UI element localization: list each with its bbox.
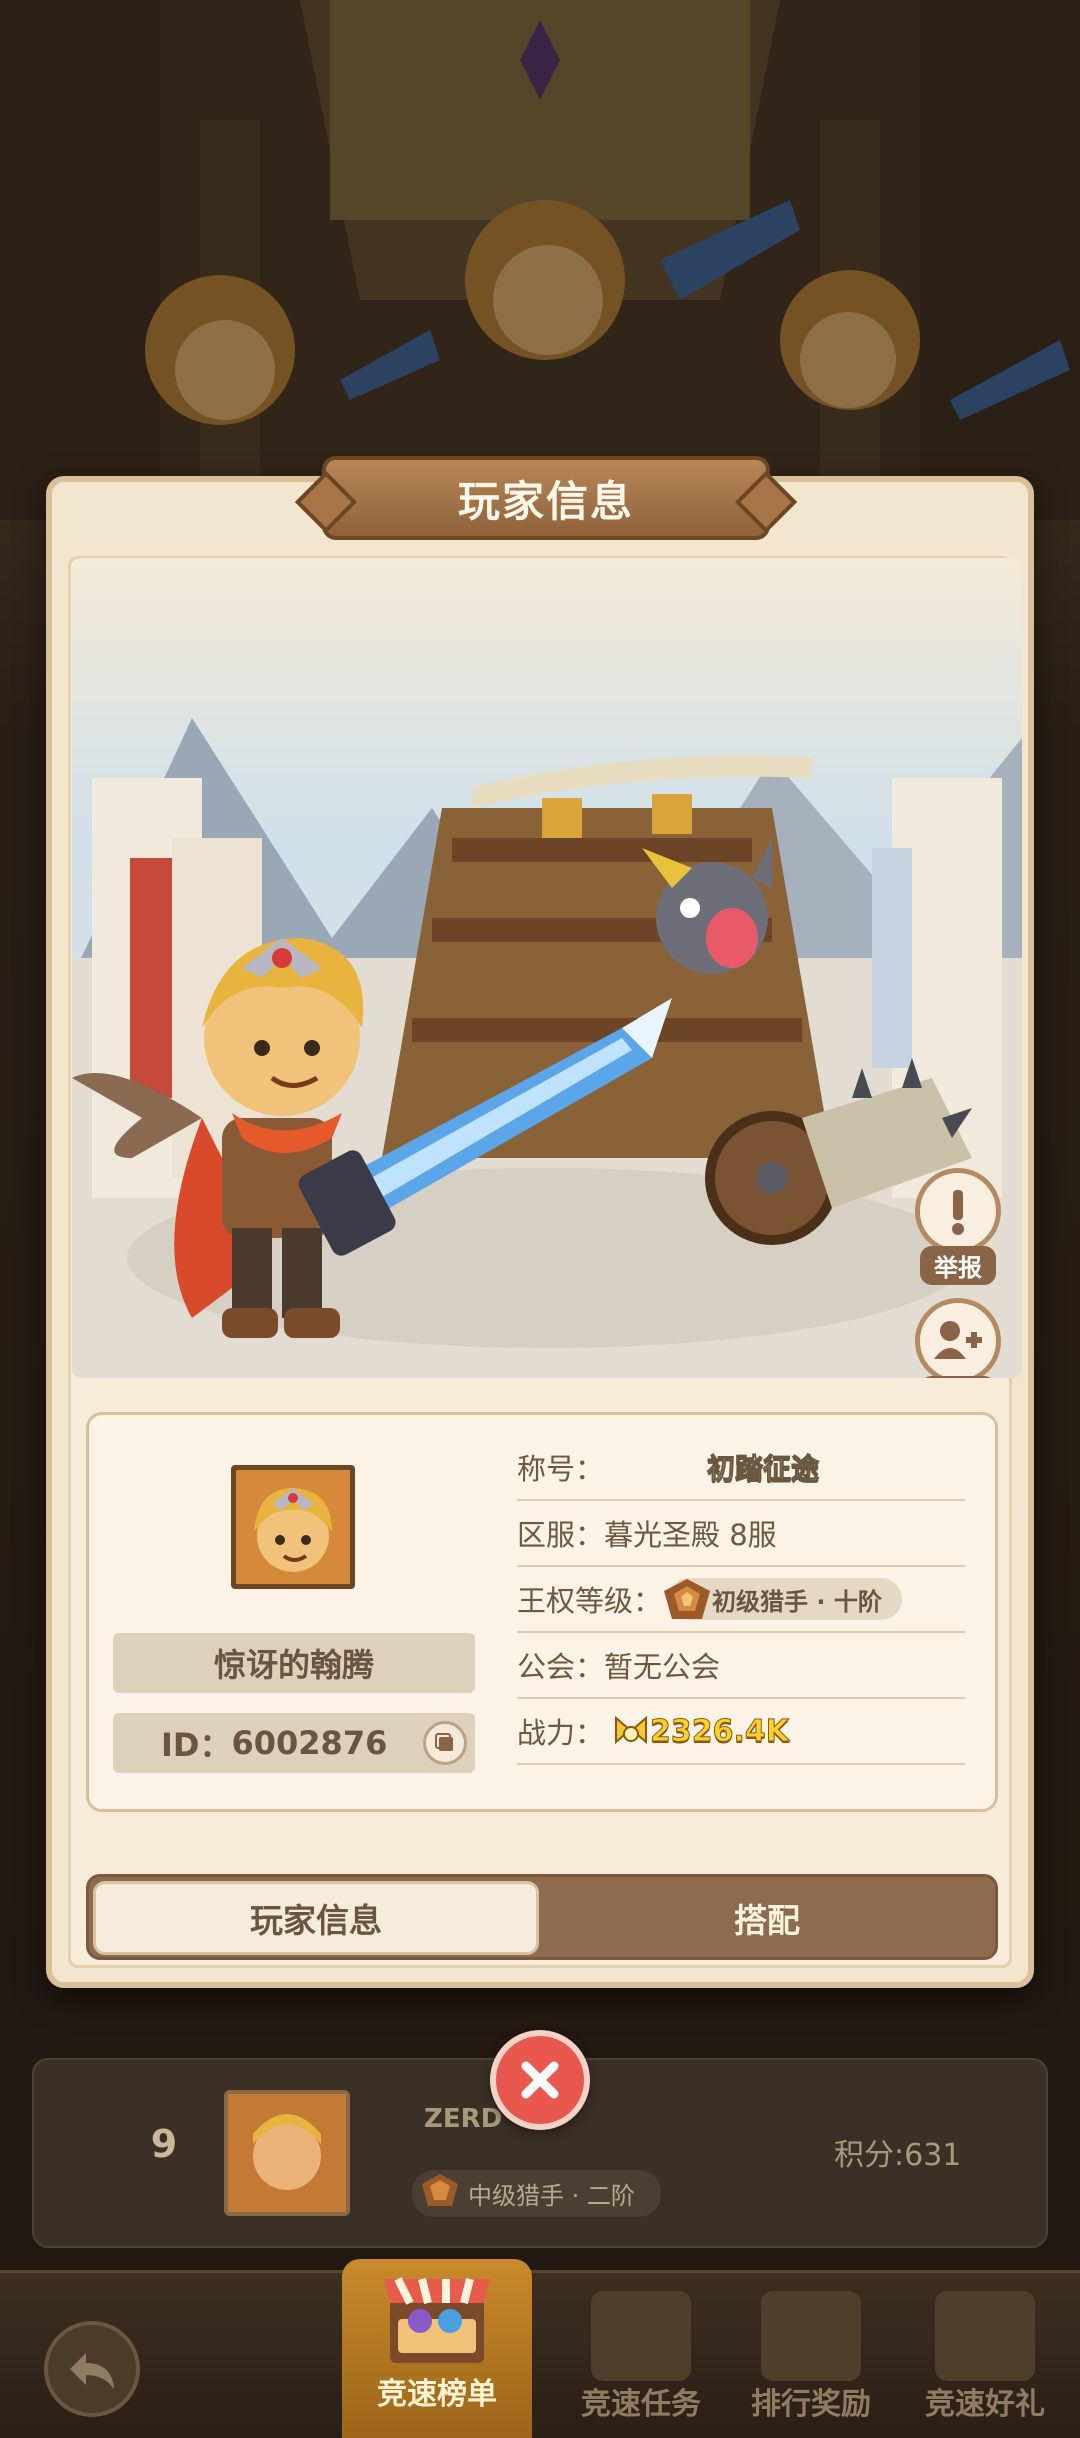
add-friend-button[interactable]: 添加 xyxy=(912,1298,1004,1378)
modal-title: 玩家信息 xyxy=(457,476,634,526)
player-portrait xyxy=(231,1465,355,1589)
player-info-card: 惊讶的翰腾 ID： 6002876 称号： 初踏征途 区服： 暮光圣殿 8服 王… xyxy=(86,1412,998,1812)
row-player-name: ZERD xyxy=(424,2104,503,2134)
row-rank: 9 xyxy=(150,2122,178,2166)
player-name: 惊讶的翰腾 xyxy=(113,1633,475,1693)
nav-tab-race-gifts[interactable]: 竞速好礼 xyxy=(890,2273,1080,2438)
task-icon xyxy=(591,2291,691,2381)
close-button[interactable] xyxy=(490,2030,590,2130)
info-row-power: 战力： 2326.4K xyxy=(517,1699,965,1765)
rank-pill: 初级猎手 · 十阶 xyxy=(664,1578,902,1620)
info-row-rank: 王权等级： 初级猎手 · 十阶 xyxy=(517,1567,965,1633)
close-icon xyxy=(521,2061,559,2099)
row-rank-badge: 中级猎手 · 二阶 xyxy=(412,2170,661,2217)
warning-icon xyxy=(952,1190,964,1235)
gift-icon xyxy=(935,2291,1035,2381)
power-value: 2326.4K xyxy=(612,1713,790,1749)
info-row-title: 称号： 初踏征途 xyxy=(517,1435,965,1501)
server-value: 暮光圣殿 8服 xyxy=(604,1518,777,1552)
info-row-server: 区服： 暮光圣殿 8服 xyxy=(517,1501,965,1567)
copy-icon xyxy=(435,1733,453,1751)
hero-showcase-scene: 举报 添加 xyxy=(72,558,1022,1378)
player-title-value: 初踏征途 xyxy=(706,1452,820,1486)
row-avatar xyxy=(224,2090,350,2216)
hero-scene-art xyxy=(72,558,1022,1378)
nav-tab-race-leaderboard[interactable]: 竞速榜单 xyxy=(342,2259,532,2438)
report-button[interactable]: 举报 xyxy=(912,1168,1004,1285)
nav-tab-rank-rewards[interactable]: 排行奖励 xyxy=(716,2273,906,2438)
add-friend-icon xyxy=(934,1321,982,1359)
rank-emblem-icon xyxy=(664,1579,711,1619)
power-icon xyxy=(615,1715,648,1745)
rank-emblem-icon xyxy=(422,2174,458,2206)
game-screen: 9 ZERD 中级猎手 · 二阶 积分:631 竞速榜单 竞速任务 排行奖励 竞… xyxy=(0,0,1080,2438)
modal-title-plate: 玩家信息 xyxy=(322,456,770,540)
reward-icon xyxy=(761,2291,861,2381)
info-row-guild: 公会： 暂无公会 xyxy=(517,1633,965,1699)
player-info-modal: 玩家信息 举报 惊讶的翰腾 ID： 6002876 称号： 初踏征途 区服： 暮… xyxy=(46,456,1034,1988)
back-arrow-icon xyxy=(70,2353,114,2389)
row-score: 积分:631 xyxy=(834,2138,962,2173)
tab-player-info[interactable]: 玩家信息 xyxy=(93,1881,539,1955)
nav-tab-race-tasks[interactable]: 竞速任务 xyxy=(546,2273,736,2438)
bottom-nav: 竞速榜单 竞速任务 排行奖励 竞速好礼 xyxy=(0,2259,1080,2438)
copy-id-button[interactable] xyxy=(423,1721,467,1765)
guild-value: 暂无公会 xyxy=(604,1650,721,1684)
shop-stall-icon xyxy=(384,2277,490,2363)
tab-loadout[interactable]: 搭配 xyxy=(541,1881,993,1955)
player-info-rows: 称号： 初踏征途 区服： 暮光圣殿 8服 王权等级： 初级猎手 · 十阶 公会： xyxy=(517,1435,965,1765)
back-button[interactable] xyxy=(44,2321,140,2417)
modal-tab-bar: 玩家信息 搭配 xyxy=(86,1874,998,1960)
player-id: ID： 6002876 xyxy=(113,1713,475,1773)
